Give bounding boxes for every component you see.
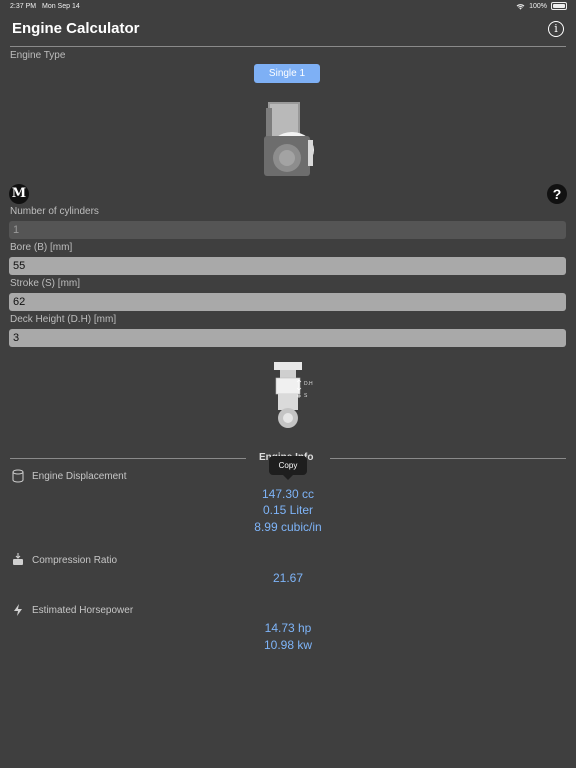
status-date: Mon Sep 14 [42,3,80,10]
section-divider-left [10,458,246,459]
engine-diagram: D.H S [274,362,313,428]
status-right: 100% [516,2,567,10]
displacement-cubic[interactable]: 8.99 cubic/in [0,520,576,534]
displacement-label: Engine Displacement [32,471,127,482]
cylinders-field: 1 [9,221,566,239]
diagram-dh-label: D.H [304,381,313,387]
cylinders-label: Number of cylinders [10,206,99,217]
cylinder-icon [12,469,24,483]
displacement-cc[interactable]: 147.30 cc [0,487,576,501]
battery-icon [551,2,567,10]
section-divider-right [330,458,566,459]
compression-icon [13,553,23,565]
horsepower-hp[interactable]: 14.73 hp [0,621,576,635]
metric-button[interactable]: M [9,184,29,204]
engine-image [264,102,314,176]
bore-label: Bore (B) [mm] [10,242,73,253]
battery-percent: 100% [529,2,547,10]
engine-type-selector[interactable]: Single 1 [254,64,320,83]
copy-tooltip[interactable]: Copy [269,456,307,480]
horsepower-label: Estimated Horsepower [32,605,134,616]
page-title: Engine Calculator [12,20,140,37]
bore-field[interactable]: 55 [9,257,566,275]
compression-label: Compression Ratio [32,555,118,566]
lightning-icon [14,604,22,616]
header-divider [10,46,566,47]
diagram-s-label: S [304,393,308,399]
compression-value[interactable]: 21.67 [0,571,576,585]
deck-height-label: Deck Height (D.H) [mm] [10,314,117,325]
help-button[interactable]: ? [547,184,567,204]
wifi-icon [516,3,525,10]
engine-type-label: Engine Type [10,50,66,61]
stroke-label: Stroke (S) [mm] [10,278,81,289]
info-icon[interactable]: i [548,21,564,37]
displacement-liter[interactable]: 0.15 Liter [0,503,576,517]
deck-height-field[interactable]: 3 [9,329,566,347]
status-time: 2:37 PM [10,3,37,10]
horsepower-kw[interactable]: 10.98 kw [0,638,576,652]
stroke-field[interactable]: 62 [9,293,566,311]
status-bar: 2:37 PM Mon Sep 14 100% [0,0,576,14]
